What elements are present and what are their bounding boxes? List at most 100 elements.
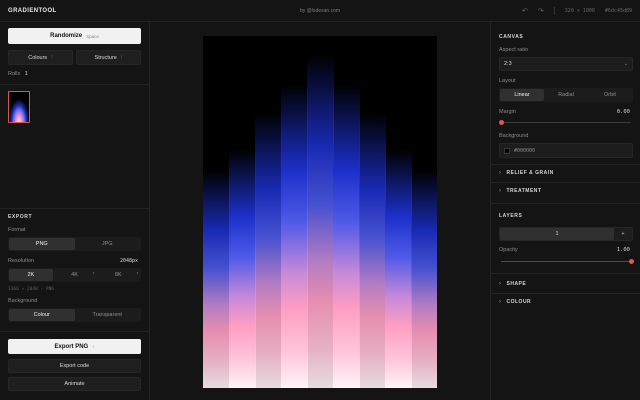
export-png-button[interactable]: Export PNG ↑ bbox=[8, 339, 141, 354]
resolution-value: 2048px bbox=[119, 258, 138, 264]
structure-button[interactable]: Structure ⁝ bbox=[76, 50, 141, 65]
layer-selector: 1 + bbox=[499, 227, 633, 241]
resolution-option-2k[interactable]: 2K bbox=[9, 269, 53, 281]
margin-slider-track[interactable] bbox=[501, 122, 631, 123]
shape-section[interactable]: › SHAPE bbox=[499, 281, 526, 287]
opacity-value: 1.00 bbox=[616, 247, 630, 253]
colours-button[interactable]: Colours ⁝ bbox=[8, 50, 73, 65]
format-option-jpg[interactable]: JPG bbox=[75, 238, 141, 250]
layout-toggle: Linear Radial Orbit bbox=[499, 88, 633, 102]
lock-icon: ⁝ bbox=[51, 54, 53, 61]
info-icon: • bbox=[92, 270, 95, 275]
gradient-band bbox=[359, 113, 386, 388]
export-code-button[interactable]: Export code bbox=[8, 359, 141, 373]
gradient-band bbox=[385, 148, 412, 388]
export-code-label: Export code bbox=[59, 363, 90, 369]
layout-option-linear[interactable]: Linear bbox=[500, 89, 544, 101]
divider bbox=[0, 331, 150, 332]
margin-value: 0.00 bbox=[616, 109, 630, 115]
top-bar: GRADIENTOOL by @lodesan.com ↶ ↷ 320 × 10… bbox=[0, 0, 640, 22]
lock-icon: ⁝ bbox=[120, 54, 123, 61]
canvas-size: 320 × 1000 bbox=[564, 8, 595, 14]
divider bbox=[0, 208, 150, 209]
resolution-8k-label: 8K bbox=[114, 272, 122, 278]
gradient-canvas[interactable] bbox=[203, 36, 437, 388]
structure-label: Structure bbox=[94, 54, 117, 61]
margin-label: Margin bbox=[499, 109, 516, 115]
relief-grain-section[interactable]: › RELIEF & GRAIN bbox=[499, 170, 554, 176]
colour-section[interactable]: › COLOUR bbox=[499, 299, 531, 305]
export-png-label: Export PNG bbox=[54, 343, 89, 350]
divider bbox=[491, 293, 640, 294]
color-swatch[interactable] bbox=[504, 147, 510, 154]
resolution-option-8k[interactable]: 8K • bbox=[96, 269, 140, 281]
margin-slider-knob[interactable] bbox=[498, 120, 504, 125]
layout-option-radial[interactable]: Radial bbox=[544, 89, 588, 101]
roll-thumbnail[interactable] bbox=[8, 91, 30, 123]
randomize-hint: Space bbox=[86, 33, 99, 39]
background-toggle: Colour Transparent bbox=[8, 308, 141, 322]
thumbnail-preview bbox=[9, 92, 29, 122]
opacity-slider-knob[interactable] bbox=[628, 259, 634, 264]
left-panel: Randomize Space Colours ⁝ Structure ⁝ Ro… bbox=[0, 22, 150, 400]
layer-number: 1 bbox=[555, 231, 559, 237]
resolution-2k-label: 2K bbox=[27, 272, 35, 278]
format-toggle: PNG JPG bbox=[8, 237, 141, 251]
chevron-right-icon: › bbox=[499, 281, 502, 287]
download-icon: ↑ bbox=[92, 344, 95, 349]
randomize-label: Randomize bbox=[50, 33, 83, 39]
layout-option-orbit[interactable]: Orbit bbox=[588, 89, 632, 101]
colours-label: Colours bbox=[28, 54, 48, 61]
rolls-label: Rolls 1 bbox=[8, 71, 28, 77]
background-color-field[interactable]: #000000 bbox=[499, 143, 633, 158]
chevron-down-icon: ⌄ bbox=[623, 61, 628, 67]
layout-label: Layout bbox=[499, 78, 516, 84]
rolls-label-text: Rolls bbox=[8, 71, 21, 77]
top-right-controls: ↶ ↷ 320 × 1000 #6dc45d89 bbox=[522, 7, 632, 15]
resolution-4k-label: 4K bbox=[71, 272, 78, 278]
format-label: Format bbox=[8, 227, 26, 233]
opacity-slider-track[interactable] bbox=[501, 261, 631, 262]
treatment-label: TREATMENT bbox=[506, 188, 542, 194]
export-title: EXPORT bbox=[8, 214, 33, 220]
info-icon: • bbox=[136, 270, 139, 275]
divider bbox=[491, 164, 640, 165]
layer-tab-1[interactable]: 1 bbox=[500, 228, 614, 240]
background-option-colour[interactable]: Colour bbox=[9, 309, 75, 321]
resolution-note: 1366 × 2048 · PNG bbox=[8, 287, 55, 292]
gradient-band bbox=[333, 85, 360, 388]
chevron-right-icon: › bbox=[499, 188, 502, 194]
gradient-band bbox=[229, 148, 256, 388]
colour-label: COLOUR bbox=[506, 299, 532, 305]
seed-hash[interactable]: #6dc45d89 bbox=[605, 8, 632, 14]
aspect-ratio-label: Aspect ratio bbox=[499, 47, 529, 53]
background-label: Background bbox=[499, 133, 529, 139]
resolution-label: Resolution bbox=[8, 258, 34, 264]
opacity-label: Opacity bbox=[499, 247, 518, 253]
animate-button[interactable]: Animate bbox=[8, 377, 141, 391]
background-label: Background bbox=[8, 298, 38, 304]
resolution-toggle: 2K 4K • 8K • bbox=[8, 268, 141, 282]
format-option-png[interactable]: PNG bbox=[9, 238, 75, 250]
background-option-transparent[interactable]: Transparent bbox=[75, 309, 141, 321]
divider bbox=[491, 203, 640, 204]
redo-icon[interactable]: ↷ bbox=[538, 7, 544, 15]
randomize-button[interactable]: Randomize Space bbox=[8, 28, 141, 44]
resolution-option-4k[interactable]: 4K • bbox=[53, 269, 97, 281]
shape-label: SHAPE bbox=[506, 281, 527, 287]
background-color-value: #000000 bbox=[514, 147, 536, 154]
undo-icon[interactable]: ↶ bbox=[522, 7, 528, 15]
gradient-band bbox=[203, 169, 230, 388]
divider bbox=[491, 273, 640, 274]
aspect-ratio-select[interactable]: 2:3 ⌄ bbox=[499, 57, 633, 71]
right-panel: CANVAS Aspect ratio 2:3 ⌄ Layout Linear … bbox=[490, 22, 640, 400]
gradient-band bbox=[411, 169, 437, 388]
divider bbox=[553, 7, 555, 15]
treatment-section[interactable]: › TREATMENT bbox=[499, 188, 541, 194]
gradient-band bbox=[307, 53, 334, 388]
aspect-ratio-value: 2:3 bbox=[504, 61, 512, 67]
add-layer-label: + bbox=[621, 231, 625, 237]
gradient-band bbox=[255, 113, 282, 388]
divider bbox=[491, 182, 640, 183]
add-layer-button[interactable]: + bbox=[614, 231, 632, 237]
